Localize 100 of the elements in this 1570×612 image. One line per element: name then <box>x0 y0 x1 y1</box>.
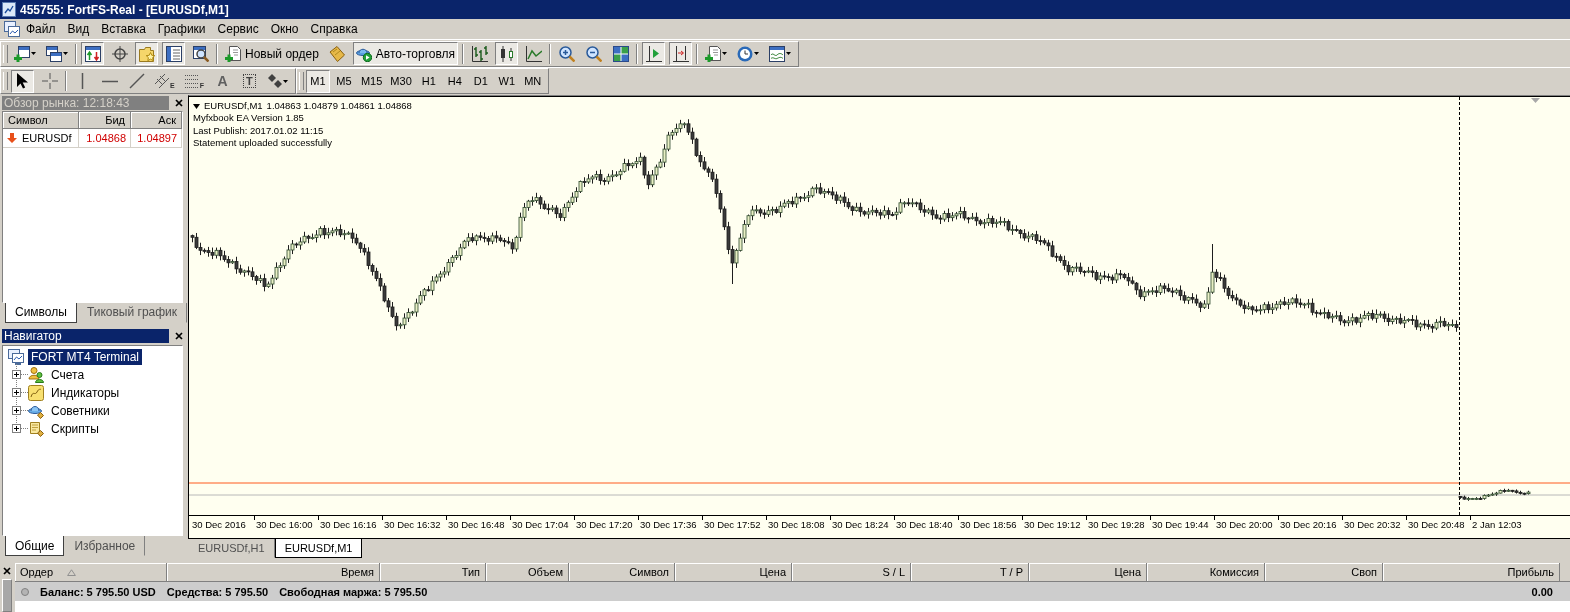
symbol-cell[interactable]: EURUSDf <box>3 129 79 148</box>
zoom-out-icon <box>585 45 602 62</box>
chart-tab[interactable]: EURUSDf,M1 <box>274 539 363 558</box>
period-button[interactable]: M5 <box>331 69 356 93</box>
tree-item[interactable]: FORT MT4 Terminal <box>28 348 143 365</box>
tree-item[interactable]: Советники <box>48 402 113 419</box>
period-button[interactable]: MN <box>520 69 545 93</box>
period-button[interactable]: H4 <box>442 69 467 93</box>
summary-text: Баланс: 5 795.50 USD <box>40 585 156 598</box>
expander-icon[interactable] <box>12 388 21 397</box>
expander-icon[interactable] <box>12 406 21 415</box>
column-header[interactable]: Прибыль <box>1383 563 1560 581</box>
column-header[interactable]: Время <box>167 563 380 581</box>
column-header[interactable]: Ордер <box>15 563 167 581</box>
tile-icon <box>28 384 44 401</box>
chart-shift-button[interactable] <box>669 42 693 65</box>
menu-item[interactable]: Справка <box>304 20 364 38</box>
panel-tab[interactable]: Символы <box>5 302 77 323</box>
column-header[interactable]: Цена <box>675 563 792 581</box>
clock-icon <box>737 45 754 62</box>
expander-icon[interactable] <box>12 370 21 379</box>
column-header[interactable]: Комиссия <box>1147 563 1265 581</box>
period-button[interactable]: H1 <box>416 69 441 93</box>
menu-item[interactable]: Файл <box>20 20 62 38</box>
panel-side-bar <box>2 579 12 612</box>
text-label-button[interactable]: T <box>237 69 261 93</box>
panel-title: Обзор рынка: 12:18:43 <box>2 95 169 110</box>
axis-label: 30 Dec 16:48 <box>448 519 505 530</box>
caret-icon <box>754 52 760 55</box>
close-icon[interactable] <box>175 332 183 340</box>
period-button[interactable]: W1 <box>494 69 519 93</box>
chart-tab[interactable]: EURUSDf,H1 <box>188 539 275 558</box>
menu-item[interactable]: Вид <box>61 20 96 38</box>
menu-item[interactable]: Сервис <box>211 20 265 38</box>
price-cell: 1.04897 <box>131 129 182 148</box>
column-header[interactable]: Объем <box>486 563 569 581</box>
text-button[interactable]: A <box>210 69 234 93</box>
axis-label: 30 Dec 20:48 <box>1408 519 1465 530</box>
period-button[interactable]: D1 <box>468 69 493 93</box>
panel-tab[interactable]: Общие <box>5 536 65 556</box>
cursor-button[interactable] <box>11 69 34 93</box>
column-header[interactable]: S / L <box>792 563 911 581</box>
candlestick-button[interactable] <box>495 42 519 65</box>
caret-icon <box>63 52 68 55</box>
navigator-button[interactable] <box>135 42 158 65</box>
panel-tab[interactable]: Избранное <box>64 536 146 556</box>
terminal-button[interactable] <box>162 42 185 65</box>
period-button[interactable]: M1 <box>305 69 330 93</box>
stacked-windows-icon <box>46 45 62 62</box>
shift-marker-icon[interactable] <box>1531 98 1540 103</box>
vertical-line-icon <box>81 73 84 89</box>
symbol-name: EURUSDf <box>22 132 72 144</box>
autotrading-button[interactable]: Авто-торговля <box>352 42 459 65</box>
tree-item[interactable]: Индикаторы <box>48 384 123 401</box>
price-cell: 1.04868 <box>79 129 131 148</box>
bar-chart-icon <box>471 45 488 62</box>
template-icon <box>769 45 786 62</box>
period-button[interactable]: M15 <box>357 69 386 93</box>
column-header[interactable]: Цена <box>1029 563 1147 581</box>
axis-label: 30 Dec 18:40 <box>896 519 953 530</box>
column-header[interactable]: Символ <box>3 112 79 129</box>
expander-icon[interactable] <box>12 424 21 433</box>
list-window-icon <box>165 45 182 62</box>
panel-tab[interactable]: Тиковый график <box>76 302 188 323</box>
axis-label: 30 Dec 19:28 <box>1088 519 1145 530</box>
period-button[interactable]: M30 <box>387 69 415 93</box>
channel-icon <box>155 74 169 88</box>
column-header[interactable]: Аск <box>131 112 182 129</box>
column-header[interactable]: Своп <box>1265 563 1383 581</box>
column-header[interactable]: T / P <box>911 563 1029 581</box>
close-icon[interactable] <box>3 567 11 575</box>
circle-icon <box>21 587 29 596</box>
menu-item[interactable]: Вставка <box>95 20 152 38</box>
window-title: 455755: FortFS-Real - [EURUSDf,M1] <box>20 2 229 17</box>
tree-item[interactable]: Счета <box>48 366 88 383</box>
triangle-icon <box>67 568 77 576</box>
axis-label: 30 Dec 18:08 <box>768 519 825 530</box>
menu-item[interactable]: Графики <box>151 20 212 38</box>
chart-comment: Statement uploaded successfully <box>193 136 332 150</box>
close-icon[interactable] <box>175 98 183 107</box>
autoscroll-button[interactable] <box>642 42 666 65</box>
axis-label: 30 Dec 20:32 <box>1344 519 1401 530</box>
market-watch-button[interactable] <box>81 42 104 65</box>
horizontal-line-icon <box>101 79 118 83</box>
new-order-button[interactable]: Новый ордер <box>222 42 322 65</box>
summary-text: Свободная маржа: 5 795.50 <box>279 585 428 598</box>
people-icon <box>28 366 44 383</box>
column-header[interactable]: Тип <box>380 563 486 581</box>
magnifier-icon <box>192 45 209 62</box>
scroll-icon <box>329 45 346 62</box>
column-header[interactable]: Символ <box>569 563 675 581</box>
column-header[interactable]: Бид <box>79 112 131 129</box>
chart-window-icon <box>4 21 20 37</box>
menu-item[interactable]: Окно <box>264 20 305 38</box>
zoom-in-icon <box>558 45 575 62</box>
axis-label: 30 Dec 18:56 <box>960 519 1017 530</box>
ohlc-values: 1.04863 1.04879 1.04861 1.04868 <box>266 100 412 113</box>
triangle-icon <box>193 103 200 109</box>
caret-icon <box>31 52 36 55</box>
tree-item[interactable]: Скрипты <box>48 420 102 437</box>
